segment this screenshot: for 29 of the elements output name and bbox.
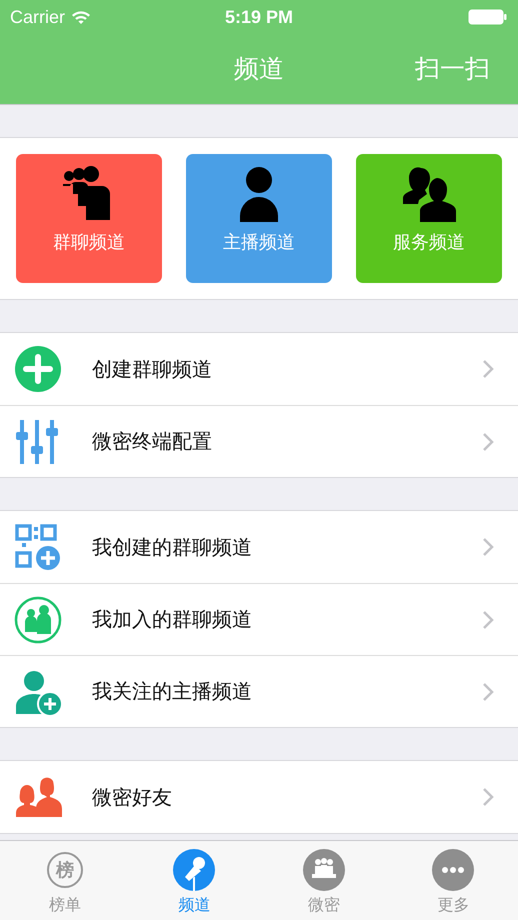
tab[interactable]: 榜 榜单 xyxy=(0,841,130,920)
ranking-icon: 榜 xyxy=(46,852,83,888)
add-icon xyxy=(14,345,62,393)
page-title: 频道 xyxy=(234,54,284,83)
chevron-icon xyxy=(482,359,494,379)
chevron-icon xyxy=(482,610,494,630)
tab[interactable]: 频道 xyxy=(130,841,259,920)
more-icon xyxy=(432,849,474,891)
status-time: 5:19 PM xyxy=(224,6,294,26)
channel-tile[interactable]: 群聊频道 xyxy=(16,154,162,283)
carrier-name: Carrier xyxy=(10,6,66,28)
channel-tile[interactable]: 服务频道 xyxy=(356,154,502,283)
tab[interactable]: 更多 xyxy=(388,841,518,920)
chevron-icon xyxy=(482,787,494,807)
crowd-icon xyxy=(302,849,345,891)
person-icon xyxy=(240,167,278,222)
chevron-icon xyxy=(482,682,494,702)
people-icon xyxy=(403,167,456,222)
tab[interactable]: 微密 xyxy=(259,841,388,920)
microphone-icon xyxy=(173,849,216,891)
wifi-icon xyxy=(71,10,92,24)
qr-code-icon xyxy=(14,523,62,571)
members-icon xyxy=(14,596,62,644)
chevron-icon xyxy=(482,537,494,557)
chevron-icon xyxy=(482,432,494,452)
battery-icon xyxy=(468,9,508,25)
scan-button[interactable]: 扫一扫 xyxy=(415,52,490,85)
channel-tile[interactable]: 主播频道 xyxy=(186,154,332,283)
group-icon xyxy=(63,166,110,220)
